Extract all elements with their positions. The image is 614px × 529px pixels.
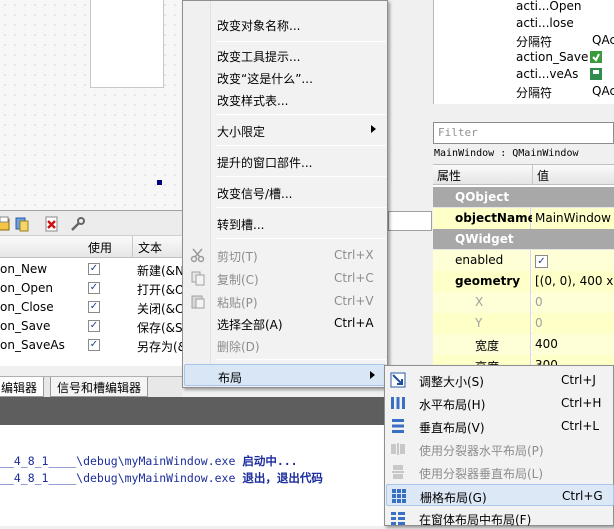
submenu-arrow-icon [371,125,376,133]
scissors-icon [190,248,205,263]
save-action-icon [590,51,602,63]
menu-item-change-object-name[interactable]: 改变对象名称... [184,13,386,35]
output-pane-header [0,397,385,425]
context-menu: 改变对象名称... 改变工具提示... 改变“这是什么”... 改变样式表...… [182,0,388,388]
tab-action-editor[interactable]: 编辑器 [0,377,45,397]
output-line: __4_8_1____\debug\myMainWindow.exe 退出，退出… [0,471,323,485]
menu-item-adjust-size[interactable]: 调整大小(S) Ctrl+J [386,369,614,391]
property-row[interactable]: Y0 [433,313,614,334]
list-item[interactable]: acti...veAs [434,66,614,83]
delete-action-icon[interactable] [44,216,60,232]
table-row[interactable]: on_New ✓ 新建(&N [0,260,184,279]
output-line: __4_8_1____\debug\myMainWindow.exe 启动中..… [0,454,298,468]
form-widget[interactable] [90,0,164,88]
column-text[interactable]: 文本 [138,239,162,256]
form-layout-icon [391,512,405,525]
paste-icon [191,295,205,309]
menu-item-copy[interactable]: 复制(C) Ctrl+C [184,267,386,289]
property-row[interactable]: geometry[(0, 0), 400 x 3 [433,271,614,292]
menu-item-delete[interactable]: 删除(D) [184,334,386,356]
list-item[interactable]: acti...lose [434,15,614,32]
menu-item-splitter-horizontal[interactable]: 使用分裂器水平布局(P) [386,438,614,460]
menu-item-grid-layout[interactable]: 栅格布局(G) Ctrl+G [386,484,614,506]
menu-item-paste[interactable]: 粘贴(P) Ctrl+V [184,290,386,312]
horizontal-layout-icon [391,397,405,409]
menu-item-change-signals-slots[interactable]: 改变信号/槽... [184,181,386,203]
new-action-icon[interactable] [0,216,12,232]
vertical-layout-icon [392,419,404,433]
property-table: QObject objectName MainWindow QWidget ena… [433,185,614,368]
object-inspector: acti...Open acti...lose 分隔符 QAc action_Sa… [433,0,614,104]
splitter-vertical-icon [392,465,404,479]
save-as-action-icon [590,68,602,80]
menu-item-cut[interactable]: 剪切(T) Ctrl+X [184,244,386,266]
menu-item-vertical-layout[interactable]: 垂直布局(V) Ctrl+L [386,415,614,437]
used-checkbox[interactable]: ✓ [88,320,100,332]
application-output: __4_8_1____\debug\myMainWindow.exe 启动中..… [0,425,385,526]
property-row[interactable]: objectName MainWindow [433,208,614,229]
property-editor-title: MainWindow : QMainWindow [434,148,579,159]
used-checkbox[interactable]: ✓ [88,282,100,294]
adjust-size-icon [390,372,406,388]
menu-item-change-whats-this[interactable]: 改变“这是什么”... [184,66,386,88]
copy-action-icon[interactable] [14,216,30,232]
splitter-horizontal-icon [391,443,405,455]
submenu-arrow-icon [370,371,375,379]
layout-submenu: 调整大小(S) Ctrl+J 水平布局(H) Ctrl+H 垂直布局(V) Ctrl+… [384,365,614,527]
property-row[interactable]: 宽度 400 [433,334,614,355]
menu-item-go-to-slot[interactable]: 转到槽... [184,212,386,234]
menu-item-layout[interactable]: 布局 [184,364,386,386]
list-item[interactable]: action_Save [434,49,614,66]
used-checkbox[interactable]: ✓ [88,263,100,275]
selection-handle[interactable] [157,180,162,185]
list-item[interactable]: 分隔符 QAc [434,32,614,49]
table-row[interactable]: on_SaveAs ✓ 另存为(& [0,336,187,355]
property-group[interactable]: QWidget [433,229,614,250]
action-filter-input[interactable] [388,211,432,231]
list-item[interactable]: acti...Open [434,0,614,15]
wrench-icon[interactable] [70,216,86,232]
column-value[interactable]: 值 [537,167,549,184]
list-item[interactable]: 分隔符 QAc [434,83,614,100]
menu-item-horizontal-layout[interactable]: 水平布局(H) Ctrl+H [386,392,614,414]
used-checkbox[interactable]: ✓ [88,339,100,351]
menu-item-change-stylesheet[interactable]: 改变样式表... [184,88,386,110]
menu-item-select-all[interactable]: 选择全部(A) Ctrl+A [184,312,386,334]
action-editor-toolbar [0,210,182,236]
grid-layout-icon [392,489,406,503]
action-table: on_New ✓ 新建(&N on_Open ✓ 打开(&O on_Close … [0,258,187,366]
menu-item-size-constraints[interactable]: 大小限定 [184,119,386,141]
property-table-header: 属性 值 [433,164,614,186]
table-row[interactable]: on_Close ✓ 关闭(&C [0,298,183,317]
column-used[interactable]: 使用 [88,239,112,256]
editor-tab-bar: 编辑器 信号和槽编辑器 [0,376,182,397]
menu-item-splitter-vertical[interactable]: 使用分裂器垂直布局(L) [386,461,614,483]
table-row[interactable]: on_Open ✓ 打开(&O [0,279,185,298]
column-property[interactable]: 属性 [437,167,461,184]
copy-icon [191,271,205,286]
tab-signal-slot-editor[interactable]: 信号和槽编辑器 [50,377,149,397]
menu-item-promoted-widgets[interactable]: 提升的窗口部件... [184,150,386,172]
property-group[interactable]: QObject [433,187,614,208]
used-checkbox[interactable]: ✓ [88,301,100,313]
table-row[interactable]: on_Save ✓ 保存(&S [0,317,183,336]
menu-item-change-tooltip[interactable]: 改变工具提示... [184,44,386,66]
action-table-header: 使用 文本 [0,236,182,258]
property-filter-input[interactable]: Filter [433,122,614,144]
property-row[interactable]: X0 [433,292,614,313]
property-row[interactable]: enabled ✓ [433,250,614,271]
enabled-checkbox[interactable]: ✓ [535,255,548,268]
